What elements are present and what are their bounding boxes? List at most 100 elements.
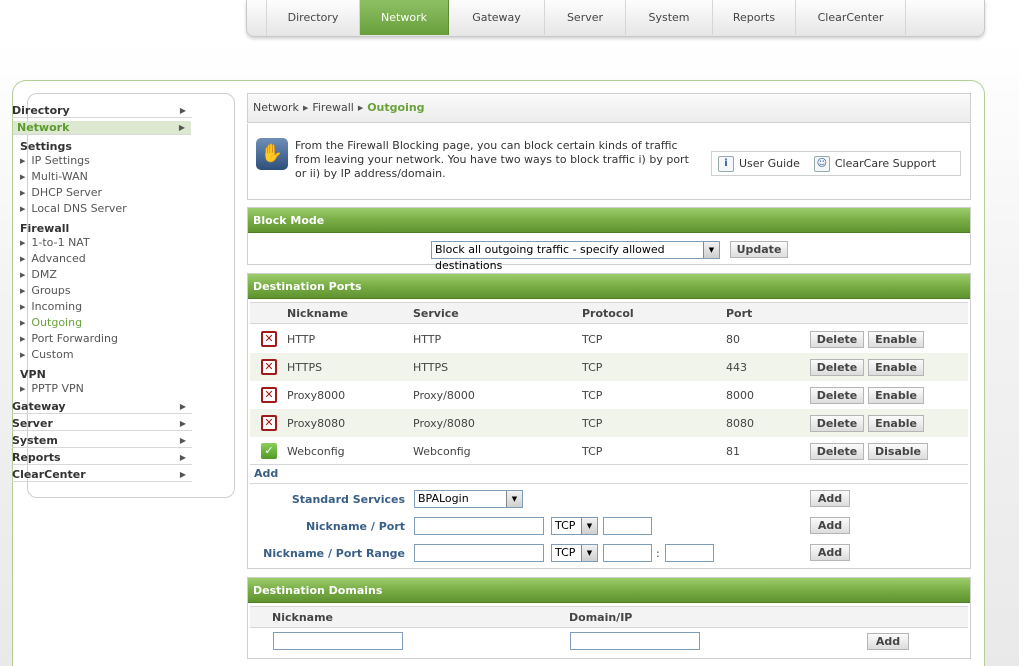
bullet-icon: ▶ (20, 173, 26, 181)
chevron-right-icon: ▶ (357, 104, 364, 112)
tab-network[interactable]: Network (360, 0, 449, 35)
breadcrumb-network[interactable]: Network (253, 101, 299, 114)
clearcare-support-link[interactable]: ☺ ClearCare Support (813, 155, 936, 172)
tab-reports[interactable]: Reports (713, 0, 796, 35)
cell-port: 8080 (726, 417, 754, 430)
cell-service: Proxy/8080 (413, 417, 475, 430)
disabled-x-icon: ✕ (261, 387, 277, 403)
sidebar-item-clearcenter[interactable]: ClearCenter ▶ (12, 468, 192, 482)
tab-gateway[interactable]: Gateway (449, 0, 545, 35)
help-links: i User Guide ☺ ClearCare Support (711, 151, 961, 176)
sidebar-item-port-forwarding[interactable]: ▶ Port Forwarding (20, 332, 200, 346)
standard-services-selected: BPALogin (418, 492, 469, 505)
sidebar-item-dmz[interactable]: ▶ DMZ (20, 268, 200, 282)
sidebar-item-label: Advanced (31, 252, 86, 265)
sidebar-item-dhcp-server[interactable]: ▶ DHCP Server (20, 186, 200, 200)
user-guide-link[interactable]: i User Guide (718, 155, 800, 172)
top-navigation: Directory Network Gateway Server System … (246, 0, 985, 37)
delete-button[interactable]: Delete (810, 387, 864, 404)
sidebar-item-ip-settings[interactable]: ▶ IP Settings (20, 154, 200, 168)
enable-button[interactable]: Enable (868, 415, 924, 432)
breadcrumb-current: Outgoing (367, 101, 425, 114)
sidebar-item-label: Custom (31, 348, 74, 361)
sidebar-item-directory[interactable]: Directory ▶ (12, 104, 192, 118)
cell-protocol: TCP (582, 333, 603, 346)
delete-button[interactable]: Delete (810, 359, 864, 376)
sidebar-item-reports[interactable]: Reports ▶ (12, 451, 192, 465)
domain-ip-input[interactable] (570, 632, 700, 650)
nickname-range-nickname-input[interactable] (414, 544, 544, 562)
sidebar-section-firewall: Firewall (20, 222, 70, 235)
sidebar-item-pptp-vpn[interactable]: ▶ PPTP VPN (20, 382, 200, 396)
ports-table-header: Nickname Service Protocol Port (250, 302, 968, 324)
block-mode-select[interactable]: Block all outgoing traffic - specify all… (431, 241, 720, 272)
add-domain-button[interactable]: Add (867, 633, 909, 650)
table-row: ✕ HTTP HTTP TCP 80 Delete Enable (250, 325, 968, 353)
cell-nickname: HTTP (287, 333, 316, 346)
enable-button[interactable]: Enable (868, 331, 924, 348)
nickname-port-range-label: Nickname / Port Range (263, 547, 405, 560)
sidebar-item-advanced[interactable]: ▶ Advanced (20, 252, 200, 266)
sidebar-item-groups[interactable]: ▶ Groups (20, 284, 200, 298)
standard-services-select[interactable]: BPALogin ▼ (414, 490, 523, 508)
sidebar-item-system[interactable]: System ▶ (12, 434, 192, 448)
cell-port: 80 (726, 333, 740, 346)
col-protocol: Protocol (582, 307, 634, 320)
sidebar-item-incoming[interactable]: ▶ Incoming (20, 300, 200, 314)
bullet-icon: ▶ (20, 255, 26, 263)
sidebar-item-server[interactable]: Server ▶ (12, 417, 192, 431)
sidebar-item-local-dns-server[interactable]: ▶ Local DNS Server (20, 202, 200, 216)
add-section-title: Add (250, 464, 968, 484)
tab-system[interactable]: System (626, 0, 713, 35)
cell-service: Webconfig (413, 445, 471, 458)
bullet-icon: ▶ (20, 319, 26, 327)
col-domain-ip: Domain/IP (569, 611, 633, 624)
port-input[interactable] (603, 517, 652, 535)
enable-button[interactable]: Enable (868, 359, 924, 376)
sidebar-item-outgoing[interactable]: ▶ Outgoing (20, 316, 200, 330)
bullet-icon: ▶ (20, 351, 26, 359)
port-range-end-input[interactable] (665, 544, 714, 562)
sidebar-item-1to1-nat[interactable]: ▶ 1-to-1 NAT (20, 236, 200, 250)
add-port-button[interactable]: Add (810, 517, 850, 534)
nickname-port-protocol-select[interactable]: TCP ▼ (551, 517, 598, 535)
delete-button[interactable]: Delete (810, 415, 864, 432)
tab-server[interactable]: Server (545, 0, 626, 35)
support-person-icon: ☺ (813, 155, 830, 172)
enable-button[interactable]: Enable (868, 387, 924, 404)
sidebar-item-gateway[interactable]: Gateway ▶ (12, 400, 192, 414)
update-button[interactable]: Update (730, 241, 788, 258)
tab-clearcenter[interactable]: ClearCenter (796, 0, 906, 35)
sidebar-item-label: Port Forwarding (31, 332, 118, 345)
sidebar-item-custom[interactable]: ▶ Custom (20, 348, 200, 362)
nav-left-cap (247, 0, 267, 36)
delete-button[interactable]: Delete (810, 443, 864, 460)
disable-button[interactable]: Disable (868, 443, 928, 460)
bullet-icon: ▶ (20, 189, 26, 197)
add-standard-button[interactable]: Add (810, 490, 850, 507)
col-nickname: Nickname (287, 307, 348, 320)
cell-protocol: TCP (582, 361, 603, 374)
nickname-range-protocol-select[interactable]: TCP ▼ (551, 544, 598, 562)
domain-nickname-input[interactable] (273, 632, 403, 650)
chevron-right-icon: ▶ (179, 453, 186, 462)
sidebar-item-multi-wan[interactable]: ▶ Multi-WAN (20, 170, 200, 184)
delete-button[interactable]: Delete (810, 331, 864, 348)
tab-directory[interactable]: Directory (267, 0, 360, 35)
chevron-down-icon: ▼ (581, 518, 597, 534)
chevron-right-icon: ▶ (179, 106, 186, 115)
port-range-start-input[interactable] (603, 544, 652, 562)
sidebar-item-network[interactable]: Network ▶ (13, 121, 191, 135)
add-range-button[interactable]: Add (810, 544, 850, 561)
sidebar-item-label: Groups (31, 284, 71, 297)
sidebar-item-label: 1-to-1 NAT (31, 236, 90, 249)
chevron-right-icon: ▶ (179, 436, 186, 445)
cell-nickname: Proxy8000 (287, 389, 346, 402)
page-info: ✋ From the Firewall Blocking page, you c… (247, 124, 971, 200)
nickname-port-nickname-input[interactable] (414, 517, 544, 535)
breadcrumb-firewall[interactable]: Firewall (312, 101, 353, 114)
bullet-icon: ▶ (20, 239, 26, 247)
chevron-down-icon: ▼ (581, 545, 597, 561)
bullet-icon: ▶ (20, 271, 26, 279)
table-row: ✕ HTTPS HTTPS TCP 443 Delete Enable (250, 353, 968, 381)
